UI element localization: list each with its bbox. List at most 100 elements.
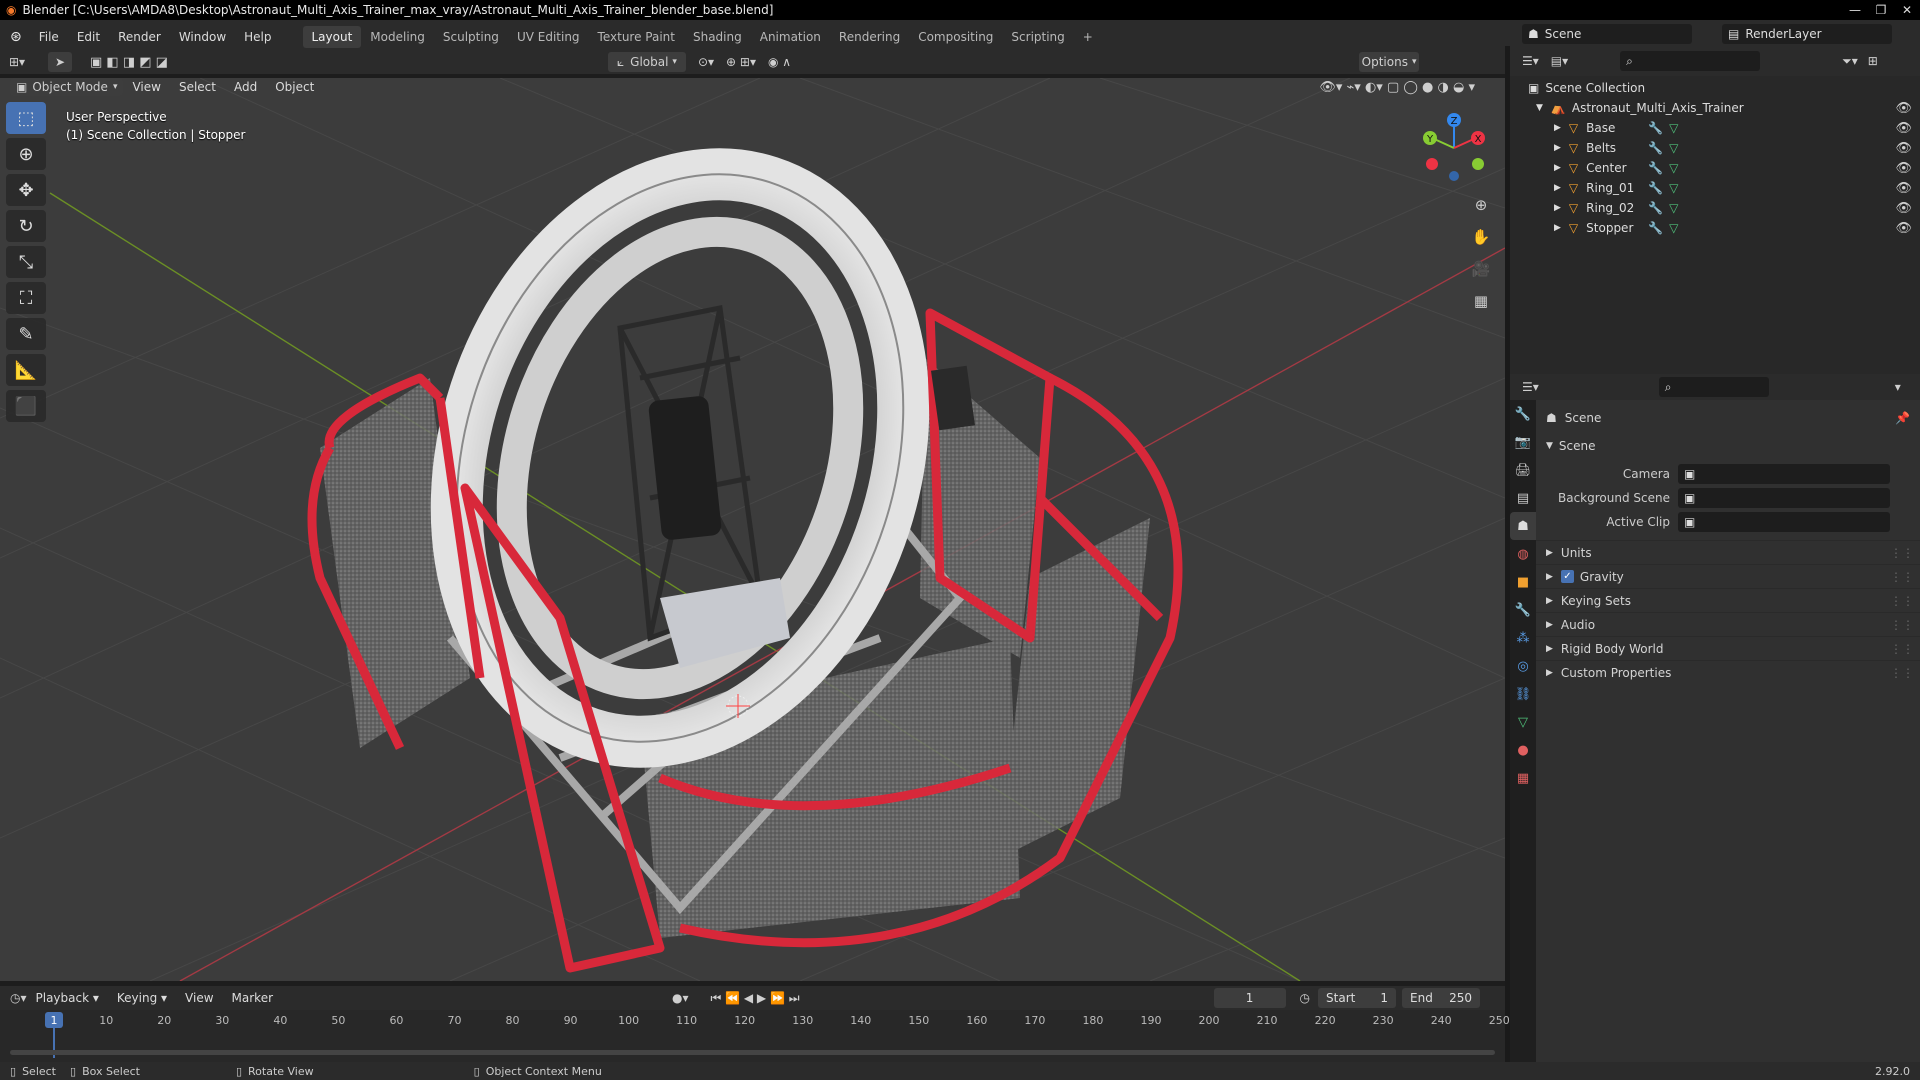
outliner-scene-collection[interactable]: ▣ Scene Collection bbox=[1510, 78, 1920, 98]
annotate-icon[interactable]: ✎ bbox=[6, 318, 46, 350]
mesh-data-icon[interactable]: ▽ bbox=[1669, 181, 1678, 195]
tab-scripting[interactable]: Scripting bbox=[1002, 26, 1073, 48]
orientation-dropdown[interactable]: ⟀ Global ▾ bbox=[607, 52, 686, 72]
outliner-object-row[interactable]: ▶ ▽ Center 🔧 ▽ 👁 bbox=[1510, 158, 1920, 178]
timeline-menu-playback[interactable]: Playback ▾ bbox=[27, 991, 108, 1005]
selection-mode-icons[interactable]: ▣ ◧ ◨ ◩ ◪ bbox=[90, 55, 168, 70]
properties-editor-icon[interactable]: ☰▾ bbox=[1522, 380, 1539, 394]
mesh-data-icon[interactable]: ▽ bbox=[1669, 221, 1678, 235]
eye-icon[interactable]: 👁 bbox=[1895, 221, 1912, 236]
viewport-menu-object[interactable]: Object bbox=[266, 80, 323, 94]
scene-panel-header[interactable]: ▼ Scene bbox=[1536, 434, 1920, 458]
texture-tab-icon[interactable]: ▦ bbox=[1510, 764, 1536, 792]
clock-icon[interactable]: ◷ bbox=[1300, 991, 1310, 1005]
cursor-icon[interactable]: ⊕ bbox=[6, 138, 46, 170]
timeline-menu-keying[interactable]: Keying ▾ bbox=[108, 991, 176, 1005]
tab-compositing[interactable]: Compositing bbox=[909, 26, 1002, 48]
eye-icon[interactable]: 👁 bbox=[1895, 121, 1912, 136]
end-frame-field[interactable]: End 250 bbox=[1402, 988, 1481, 1008]
object-tab-icon[interactable]: ■ bbox=[1510, 568, 1536, 596]
property-input[interactable]: ▣ bbox=[1678, 464, 1890, 484]
modifier-tab-icon[interactable]: 🔧 bbox=[1510, 596, 1536, 624]
camera-view-icon[interactable]: 🎥 bbox=[1466, 254, 1496, 284]
mesh-data-icon[interactable]: ▽ bbox=[1669, 141, 1678, 155]
viewport-menu-view[interactable]: View bbox=[123, 80, 169, 94]
property-section-header[interactable]: ▶ Custom Properties ⋮⋮ bbox=[1536, 660, 1920, 684]
close-icon[interactable]: ✕ bbox=[1894, 0, 1920, 20]
eye-icon[interactable]: 👁 bbox=[1895, 201, 1912, 216]
viewport-menu-add[interactable]: Add bbox=[225, 80, 266, 94]
modifier-wrench-icon[interactable]: 🔧 bbox=[1648, 181, 1663, 195]
property-section-header[interactable]: ▶ ✓ Gravity ⋮⋮ bbox=[1536, 564, 1920, 588]
modifier-wrench-icon[interactable]: 🔧 bbox=[1648, 141, 1663, 155]
new-collection-icon[interactable]: ⊞ bbox=[1868, 54, 1878, 68]
proportional-edit-icon[interactable]: ◉ ∧ bbox=[768, 55, 791, 69]
minimize-icon[interactable]: — bbox=[1842, 0, 1868, 20]
outliner-search-input[interactable]: ⌕ bbox=[1620, 51, 1761, 71]
tab-rendering[interactable]: Rendering bbox=[830, 26, 909, 48]
tab-shading[interactable]: Shading bbox=[684, 26, 751, 48]
tool-tab-icon[interactable]: 🔧 bbox=[1510, 400, 1536, 428]
checkbox-icon[interactable]: ✓ bbox=[1560, 570, 1574, 583]
eye-icon[interactable]: 👁 bbox=[1895, 141, 1912, 156]
visibility-icons[interactable]: 👁▾ ⌁▾ ◐▾ ▢ ◯ ● ◑ ◒ ▾ bbox=[1319, 80, 1475, 95]
eye-icon[interactable]: 👁 bbox=[1895, 181, 1912, 196]
pin-icon[interactable]: 📌 bbox=[1895, 411, 1910, 425]
pivot-icon[interactable]: ⊙▾ bbox=[698, 55, 714, 69]
snap-icon[interactable]: ⊕ ⊞▾ bbox=[726, 55, 756, 69]
outliner-collection-row[interactable]: ▼ ⛺ Astronaut_Multi_Axis_Trainer 👁 bbox=[1510, 98, 1920, 118]
tab-texture-paint[interactable]: Texture Paint bbox=[589, 26, 684, 48]
modifier-wrench-icon[interactable]: 🔧 bbox=[1648, 221, 1663, 235]
drag-handle-icon[interactable]: ⋮⋮ bbox=[1890, 666, 1914, 680]
add-cube-icon[interactable]: ⬛ bbox=[6, 390, 46, 422]
outliner-object-row[interactable]: ▶ ▽ Belts 🔧 ▽ 👁 bbox=[1510, 138, 1920, 158]
options-dropdown[interactable]: Options ▾ bbox=[1359, 52, 1420, 72]
timeline-menu-marker[interactable]: Marker bbox=[223, 991, 282, 1005]
mesh-data-icon[interactable]: ▽ bbox=[1669, 201, 1678, 215]
menu-help[interactable]: Help bbox=[235, 30, 280, 44]
properties-search-input[interactable]: ⌕ bbox=[1658, 377, 1769, 397]
perspective-grid-icon[interactable]: ▦ bbox=[1466, 286, 1496, 316]
property-input[interactable]: ▣ bbox=[1678, 488, 1890, 508]
pan-hand-icon[interactable]: ✋ bbox=[1466, 222, 1496, 252]
rotate-icon[interactable]: ↻ bbox=[6, 210, 46, 242]
active-tool-icon[interactable]: ➤ bbox=[48, 52, 72, 72]
tab-sculpting[interactable]: Sculpting bbox=[434, 26, 508, 48]
render-tab-icon[interactable]: 📷 bbox=[1510, 428, 1536, 456]
property-section-header[interactable]: ▶ Audio ⋮⋮ bbox=[1536, 612, 1920, 636]
blender-menu-icon[interactable]: ⊛ bbox=[10, 29, 22, 45]
transform-icon[interactable]: ⛶ bbox=[6, 282, 46, 314]
constraints-tab-icon[interactable]: ⛓ bbox=[1510, 680, 1536, 708]
navigation-gizmo[interactable]: Z Y X bbox=[1418, 108, 1496, 186]
maximize-icon[interactable]: ❐ bbox=[1868, 0, 1894, 20]
outliner-editor-icon[interactable]: ☰▾ bbox=[1522, 54, 1539, 68]
select-box-icon[interactable]: ⬚ bbox=[6, 102, 46, 134]
playhead[interactable]: 1 bbox=[45, 1012, 63, 1028]
mode-dropdown[interactable]: ▣ Object Mode ▾ bbox=[10, 78, 124, 96]
mesh-data-icon[interactable]: ▽ bbox=[1669, 121, 1678, 135]
property-section-header[interactable]: ▶ Rigid Body World ⋮⋮ bbox=[1536, 636, 1920, 660]
world-tab-icon[interactable]: ◍ bbox=[1510, 540, 1536, 568]
view-layer-tab-icon[interactable]: ▤ bbox=[1510, 484, 1536, 512]
tab-animation[interactable]: Animation bbox=[751, 26, 830, 48]
timeline-editor-icon[interactable]: ◷▾ bbox=[10, 991, 27, 1005]
timeline-scrollbar[interactable] bbox=[10, 1050, 1495, 1055]
menu-file[interactable]: File bbox=[30, 30, 68, 44]
property-section-header[interactable]: ▶ Units ⋮⋮ bbox=[1536, 540, 1920, 564]
expand-arrow-icon[interactable]: ▶ bbox=[1554, 163, 1561, 173]
viewport-menu-select[interactable]: Select bbox=[170, 80, 225, 94]
drag-handle-icon[interactable]: ⋮⋮ bbox=[1890, 618, 1914, 632]
editor-type-icon[interactable]: ⊞▾ bbox=[0, 55, 34, 69]
measure-icon[interactable]: 📐 bbox=[6, 354, 46, 386]
output-tab-icon[interactable]: 🖨 bbox=[1510, 456, 1536, 484]
expand-arrow-icon[interactable]: ▶ bbox=[1554, 223, 1561, 233]
add-workspace-button[interactable]: + bbox=[1074, 26, 1102, 48]
drag-handle-icon[interactable]: ⋮⋮ bbox=[1890, 642, 1914, 656]
eye-icon[interactable]: 👁 bbox=[1895, 101, 1912, 116]
property-section-header[interactable]: ▶ Keying Sets ⋮⋮ bbox=[1536, 588, 1920, 612]
current-frame-field[interactable]: 1 bbox=[1213, 988, 1286, 1008]
display-mode-icon[interactable]: ▤▾ bbox=[1551, 54, 1568, 68]
menu-render[interactable]: Render bbox=[109, 30, 170, 44]
filter-icon[interactable]: ⏷▾ bbox=[1842, 54, 1858, 69]
timeline-area[interactable]: 10 20 30 40 50 60 70 80 90 100 110 120 130 140 150 160 1… bbox=[0, 1010, 1510, 1062]
